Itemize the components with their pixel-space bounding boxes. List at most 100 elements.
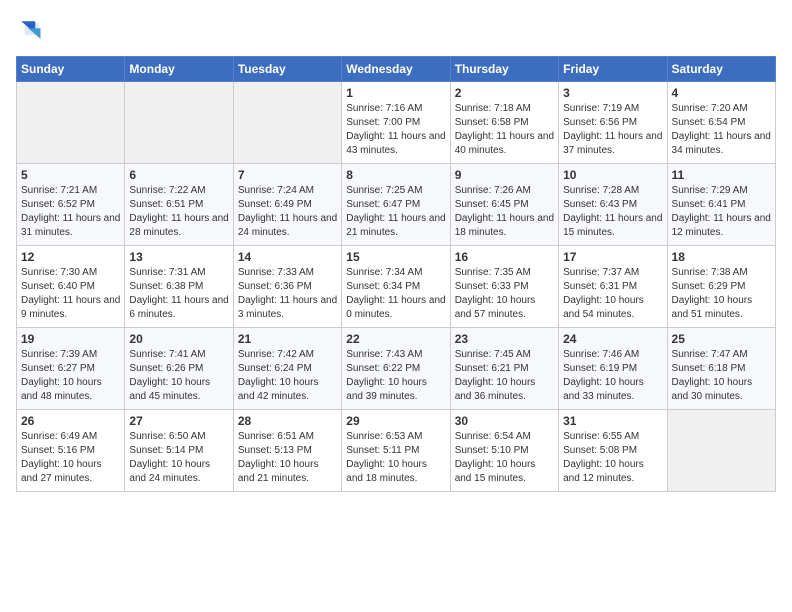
calendar-cell: 26 Sunrise: 6:49 AM Sunset: 5:16 PM Dayli… [17,410,125,492]
day-info: Sunrise: 6:54 AM Sunset: 5:10 PM Dayligh… [455,430,554,486]
calendar-cell: 7 Sunrise: 7:24 AM Sunset: 6:49 PM Daylig… [233,164,341,246]
day-number: 31 [563,414,662,428]
week-row-0: 1 Sunrise: 7:16 AM Sunset: 7:00 PM Daylig… [17,82,776,164]
day-number: 21 [238,332,337,346]
day-number: 14 [238,250,337,264]
calendar-cell: 9 Sunrise: 7:26 AM Sunset: 6:45 PM Daylig… [450,164,558,246]
calendar-cell [233,82,341,164]
day-info: Sunrise: 7:47 AM Sunset: 6:18 PM Dayligh… [672,348,771,404]
calendar-cell: 14 Sunrise: 7:33 AM Sunset: 6:36 PM Dayli… [233,246,341,328]
day-number: 9 [455,168,554,182]
calendar-cell: 6Sunrise: 7:22 AM Sunset: 6:51 PM Daylig… [125,164,233,246]
calendar-cell: 4Sunrise: 7:20 AM Sunset: 6:54 PM Daylig… [667,82,775,164]
logo-icon [16,16,44,44]
day-info: Sunrise: 6:53 AM Sunset: 5:11 PM Dayligh… [346,430,445,486]
day-info: Sunrise: 7:41 AM Sunset: 6:26 PM Dayligh… [129,348,228,404]
calendar-cell: 11Sunrise: 7:29 AM Sunset: 6:41 PM Dayli… [667,164,775,246]
calendar-cell: 22 Sunrise: 7:43 AM Sunset: 6:22 PM Dayli… [342,328,450,410]
day-header-saturday: Saturday [667,57,775,82]
calendar-cell: 1 Sunrise: 7:16 AM Sunset: 7:00 PM Daylig… [342,82,450,164]
day-info: Sunrise: 7:16 AM Sunset: 7:00 PM Dayligh… [346,102,445,158]
day-info: Sunrise: 6:50 AM Sunset: 5:14 PM Dayligh… [129,430,228,486]
day-number: 13 [129,250,228,264]
calendar-cell: 23 Sunrise: 7:45 AM Sunset: 6:21 PM Dayli… [450,328,558,410]
day-info: Sunrise: 7:33 AM Sunset: 6:36 PM Dayligh… [238,266,337,322]
day-number: 15 [346,250,445,264]
day-info: Sunrise: 7:24 AM Sunset: 6:49 PM Dayligh… [238,184,337,240]
day-info: Sunrise: 7:38 AM Sunset: 6:29 PM Dayligh… [672,266,771,322]
day-info: Sunrise: 7:31 AM Sunset: 6:38 PM Dayligh… [129,266,228,322]
day-number: 29 [346,414,445,428]
day-number: 25 [672,332,771,346]
day-info: Sunrise: 7:43 AM Sunset: 6:22 PM Dayligh… [346,348,445,404]
day-header-sunday: Sunday [17,57,125,82]
day-info: Sunrise: 7:39 AM Sunset: 6:27 PM Dayligh… [21,348,120,404]
day-number: 12 [21,250,120,264]
logo [16,16,48,44]
calendar-body: 1 Sunrise: 7:16 AM Sunset: 7:00 PM Daylig… [17,82,776,492]
day-header-wednesday: Wednesday [342,57,450,82]
day-number: 6 [129,168,228,182]
calendar-cell: 12 Sunrise: 7:30 AM Sunset: 6:40 PM Dayli… [17,246,125,328]
day-header-friday: Friday [559,57,667,82]
day-header-tuesday: Tuesday [233,57,341,82]
day-info: Sunrise: 7:42 AM Sunset: 6:24 PM Dayligh… [238,348,337,404]
calendar-cell [667,410,775,492]
calendar-cell [125,82,233,164]
day-info: Sunrise: 7:21 AM Sunset: 6:52 PM Dayligh… [21,184,120,240]
day-info: Sunrise: 6:55 AM Sunset: 5:08 PM Dayligh… [563,430,662,486]
day-number: 2 [455,86,554,100]
day-info: Sunrise: 7:34 AM Sunset: 6:34 PM Dayligh… [346,266,445,322]
day-header-monday: Monday [125,57,233,82]
calendar-cell: 13 Sunrise: 7:31 AM Sunset: 6:38 PM Dayli… [125,246,233,328]
week-row-4: 26 Sunrise: 6:49 AM Sunset: 5:16 PM Dayli… [17,410,776,492]
day-number: 22 [346,332,445,346]
calendar: SundayMondayTuesdayWednesdayThursdayFrid… [16,56,776,492]
day-info: Sunrise: 7:19 AM Sunset: 6:56 PM Dayligh… [563,102,662,158]
day-number: 3 [563,86,662,100]
calendar-cell: 25 Sunrise: 7:47 AM Sunset: 6:18 PM Dayli… [667,328,775,410]
day-header-thursday: Thursday [450,57,558,82]
calendar-cell: 31 Sunrise: 6:55 AM Sunset: 5:08 PM Dayli… [559,410,667,492]
calendar-cell [17,82,125,164]
day-info: Sunrise: 7:18 AM Sunset: 6:58 PM Dayligh… [455,102,554,158]
day-info: Sunrise: 7:37 AM Sunset: 6:31 PM Dayligh… [563,266,662,322]
calendar-cell: 2 Sunrise: 7:18 AM Sunset: 6:58 PM Daylig… [450,82,558,164]
calendar-cell: 15 Sunrise: 7:34 AM Sunset: 6:34 PM Dayli… [342,246,450,328]
calendar-cell: 5 Sunrise: 7:21 AM Sunset: 6:52 PM Daylig… [17,164,125,246]
calendar-cell: 17 Sunrise: 7:37 AM Sunset: 6:31 PM Dayli… [559,246,667,328]
day-number: 19 [21,332,120,346]
day-info: Sunrise: 7:30 AM Sunset: 6:40 PM Dayligh… [21,266,120,322]
day-info: Sunrise: 6:49 AM Sunset: 5:16 PM Dayligh… [21,430,120,486]
day-info: Sunrise: 7:35 AM Sunset: 6:33 PM Dayligh… [455,266,554,322]
day-info: Sunrise: 7:28 AM Sunset: 6:43 PM Dayligh… [563,184,662,240]
day-number: 28 [238,414,337,428]
day-info: Sunrise: 7:25 AM Sunset: 6:47 PM Dayligh… [346,184,445,240]
day-info: Sunrise: 7:20 AM Sunset: 6:54 PM Dayligh… [672,102,771,158]
calendar-cell: 8 Sunrise: 7:25 AM Sunset: 6:47 PM Daylig… [342,164,450,246]
day-number: 5 [21,168,120,182]
day-number: 17 [563,250,662,264]
day-number: 26 [21,414,120,428]
days-of-week-row: SundayMondayTuesdayWednesdayThursdayFrid… [17,57,776,82]
day-number: 18 [672,250,771,264]
day-info: Sunrise: 6:51 AM Sunset: 5:13 PM Dayligh… [238,430,337,486]
calendar-cell: 29 Sunrise: 6:53 AM Sunset: 5:11 PM Dayli… [342,410,450,492]
day-number: 20 [129,332,228,346]
header [16,16,776,44]
calendar-cell: 30Sunrise: 6:54 AM Sunset: 5:10 PM Dayli… [450,410,558,492]
calendar-cell: 27Sunrise: 6:50 AM Sunset: 5:14 PM Dayli… [125,410,233,492]
day-info: Sunrise: 7:45 AM Sunset: 6:21 PM Dayligh… [455,348,554,404]
day-info: Sunrise: 7:46 AM Sunset: 6:19 PM Dayligh… [563,348,662,404]
day-number: 1 [346,86,445,100]
day-info: Sunrise: 7:26 AM Sunset: 6:45 PM Dayligh… [455,184,554,240]
calendar-cell: 28 Sunrise: 6:51 AM Sunset: 5:13 PM Dayli… [233,410,341,492]
day-number: 16 [455,250,554,264]
day-number: 8 [346,168,445,182]
calendar-cell: 3 Sunrise: 7:19 AM Sunset: 6:56 PM Daylig… [559,82,667,164]
day-number: 7 [238,168,337,182]
calendar-cell: 21 Sunrise: 7:42 AM Sunset: 6:24 PM Dayli… [233,328,341,410]
calendar-cell: 24Sunrise: 7:46 AM Sunset: 6:19 PM Dayli… [559,328,667,410]
day-number: 23 [455,332,554,346]
calendar-cell: 19 Sunrise: 7:39 AM Sunset: 6:27 PM Dayli… [17,328,125,410]
